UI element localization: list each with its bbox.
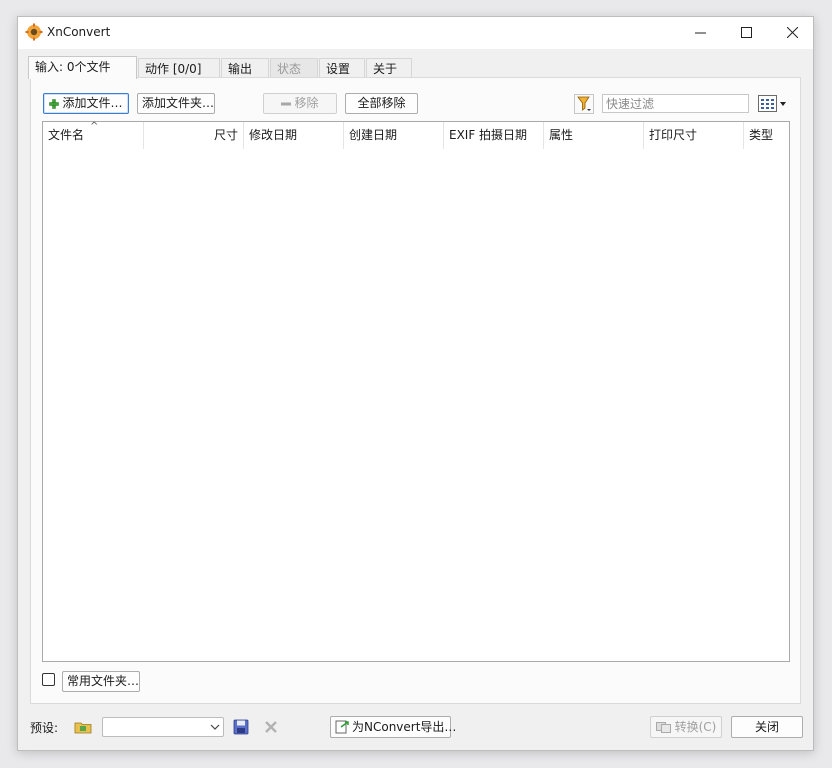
convert-button[interactable]: 转换(C) [650,716,722,738]
remove-label: 移除 [294,96,319,110]
column-header-filename[interactable]: ^ 文件名 [43,121,144,149]
xnconvert-logo-icon [25,23,43,41]
close-button[interactable]: 关闭 [731,716,803,738]
maximize-icon [740,27,752,38]
maximize-button[interactable] [723,17,769,48]
chevron-down-icon [210,724,220,730]
column-header-exif-date[interactable]: EXIF 拍摄日期 [444,122,544,149]
export-nconvert-button[interactable]: 为NConvert导出… [330,716,456,738]
floppy-disk-icon[interactable] [232,718,250,736]
view-mode-button[interactable] [758,94,790,114]
column-header-size[interactable]: 尺寸 [144,122,244,149]
funnel-icon [577,96,591,111]
tab-actions[interactable]: 动作 [0/0] [138,58,220,78]
bottom-bar: 预设: 为NConvert导出… 转换(C) 关闭 [18,707,813,747]
convert-label: 转换(C) [674,719,717,734]
tab-input[interactable]: 输入: 0个文件 [28,56,137,79]
grid-view-icon [758,95,786,112]
remove-all-button[interactable]: 全部移除 [345,93,418,114]
title-bar[interactable]: XnConvert [18,17,813,49]
export-script-icon [335,720,349,734]
column-header-print-size[interactable]: 打印尺寸 [644,122,744,149]
preset-label: 预设: [30,721,59,735]
export-label: 为NConvert导出… [352,719,457,734]
folder-open-icon[interactable] [74,718,92,736]
column-header-modified-date[interactable]: 修改日期 [244,122,344,149]
minimize-icon [694,32,706,34]
green-plus-icon [49,98,60,109]
app-window: XnConvert 输入: 0个文件 动作 [0/0] 输出 状态 设置 关于 … [17,16,814,751]
remove-button[interactable]: 移除 [263,93,337,114]
quick-filter-input[interactable] [602,94,749,113]
column-header-label: 文件名 [48,128,85,142]
minimize-button[interactable] [677,17,723,48]
close-icon [786,27,798,38]
close-window-button[interactable] [769,17,815,48]
file-list[interactable]: ^ 文件名 尺寸 修改日期 创建日期 EXIF 拍摄日期 属性 打印尺寸 类型 [42,121,790,662]
column-header-created-date[interactable]: 创建日期 [344,122,444,149]
convert-icon [655,722,671,733]
preset-dropdown[interactable] [102,717,224,737]
tab-output[interactable]: 输出 [221,58,269,78]
favorite-folders-button[interactable]: 常用文件夹… [62,671,140,692]
add-files-button[interactable]: 添加文件… [43,93,129,114]
delete-x-icon[interactable] [262,718,280,736]
filter-button[interactable] [574,94,594,114]
sort-ascending-icon: ^ [90,121,99,132]
column-header-type[interactable]: 类型 [744,122,789,149]
add-folder-button[interactable]: 添加文件夹… [137,93,215,114]
tab-status[interactable]: 状态 [270,58,318,78]
input-panel: 添加文件… 添加文件夹… 移除 全部移除 快速过滤 ^ 文件名 尺寸 修改日期 … [30,77,801,704]
favorite-folders-checkbox[interactable] [42,673,55,686]
tab-settings[interactable]: 设置 [319,58,365,78]
add-files-label: 添加文件… [62,96,123,110]
column-header-attributes[interactable]: 属性 [544,122,644,149]
window-title: XnConvert [47,25,111,39]
tab-about[interactable]: 关于 [366,58,412,78]
minus-icon [281,102,292,105]
